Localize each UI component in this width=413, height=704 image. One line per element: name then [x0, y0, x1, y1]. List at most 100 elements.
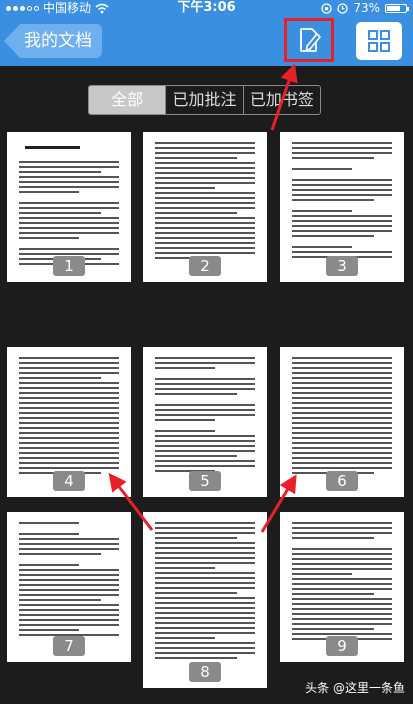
text-line [155, 362, 255, 364]
text-line [292, 189, 392, 191]
text-line [19, 584, 119, 586]
text-line [292, 608, 392, 610]
text-line [292, 452, 392, 454]
text-line [292, 367, 392, 369]
text-line [155, 537, 237, 539]
text-line [292, 593, 374, 595]
text-line [19, 614, 119, 616]
text-line [292, 220, 392, 222]
text-line [19, 362, 119, 364]
text-line [292, 628, 374, 630]
text-line [155, 617, 255, 619]
page-thumbnail[interactable]: 9 [280, 512, 404, 662]
battery-icon [385, 3, 409, 13]
back-button[interactable]: 我的文档 [4, 24, 110, 58]
text-line [19, 619, 119, 621]
page-text-preview [155, 522, 255, 659]
text-line [19, 447, 119, 449]
text-line [155, 622, 255, 624]
back-button-label: 我的文档 [20, 24, 102, 58]
text-line [292, 204, 392, 207]
text-line [292, 210, 352, 212]
tab-all[interactable]: 全部 [89, 86, 166, 114]
rotation-lock-icon [321, 2, 332, 14]
text-line [292, 173, 392, 176]
page-thumbnail[interactable]: 8 [143, 512, 267, 688]
text-line [292, 362, 392, 364]
text-line [155, 627, 255, 629]
filter-bar: 全部 已加批注 已加书签 [0, 66, 413, 126]
text-line [19, 202, 119, 204]
text-line [155, 527, 255, 529]
text-line [19, 397, 119, 399]
page-text-preview [292, 357, 392, 477]
text-line [292, 215, 392, 217]
text-line [155, 532, 255, 534]
text-line [155, 383, 255, 385]
page-thumbnail[interactable]: 5 [143, 347, 267, 497]
text-line [155, 388, 255, 390]
text-line [292, 372, 392, 374]
page-thumbnail[interactable]: 4 [7, 347, 131, 497]
text-line [155, 142, 255, 144]
page-thumbnail[interactable]: 2 [143, 132, 267, 282]
text-line [19, 609, 119, 611]
text-line [19, 599, 101, 601]
page-thumbnail[interactable]: 7 [7, 512, 131, 662]
text-line [292, 235, 374, 237]
back-arrow-icon [4, 24, 20, 58]
text-line [19, 604, 119, 606]
text-line [19, 217, 119, 219]
text-line [19, 222, 119, 224]
text-line [19, 161, 119, 163]
text-line [292, 542, 392, 545]
text-line [19, 367, 119, 369]
page-number-badge: 4 [53, 471, 85, 491]
text-line [155, 607, 255, 609]
text-line [155, 440, 255, 442]
page-text-preview [19, 357, 119, 477]
text-line [19, 212, 101, 214]
status-bar: 中国移动 下午3:06 73% [0, 0, 413, 16]
text-line [19, 207, 119, 209]
text-line [292, 357, 392, 359]
text-line [292, 442, 392, 444]
text-line [292, 548, 392, 550]
text-line [292, 162, 392, 165]
text-line [155, 465, 255, 467]
text-line [292, 618, 392, 620]
grid-view-button[interactable] [356, 22, 402, 60]
text-line [25, 146, 80, 149]
page-thumbnail[interactable]: 1 [7, 132, 131, 282]
text-line [292, 563, 392, 565]
tab-bookmarked[interactable]: 已加书签 [242, 86, 320, 114]
page-thumbnail[interactable]: 3 [280, 132, 404, 282]
text-line [155, 157, 237, 159]
text-line [155, 602, 255, 604]
page-number-badge: 7 [53, 636, 85, 656]
text-line [19, 176, 119, 178]
text-line [292, 199, 374, 201]
text-line [19, 382, 119, 384]
tab-annotated[interactable]: 已加批注 [165, 86, 242, 114]
text-line [292, 447, 392, 449]
text-line [292, 613, 392, 615]
text-line [155, 192, 255, 194]
text-line [292, 251, 392, 253]
text-line [292, 432, 392, 434]
text-line [292, 623, 392, 625]
text-line [155, 398, 255, 401]
text-line [155, 404, 255, 406]
text-line [155, 242, 255, 244]
text-line [19, 589, 119, 591]
watermark: 头条 @这里一条鱼 [305, 679, 405, 696]
text-line [19, 253, 119, 255]
page-text-preview [19, 142, 119, 265]
text-line [155, 152, 255, 154]
annotate-button[interactable] [284, 18, 334, 62]
text-line [155, 147, 255, 149]
text-line [19, 457, 119, 459]
text-line [292, 462, 392, 464]
text-line [19, 553, 101, 555]
page-thumbnail[interactable]: 6 [280, 347, 404, 497]
